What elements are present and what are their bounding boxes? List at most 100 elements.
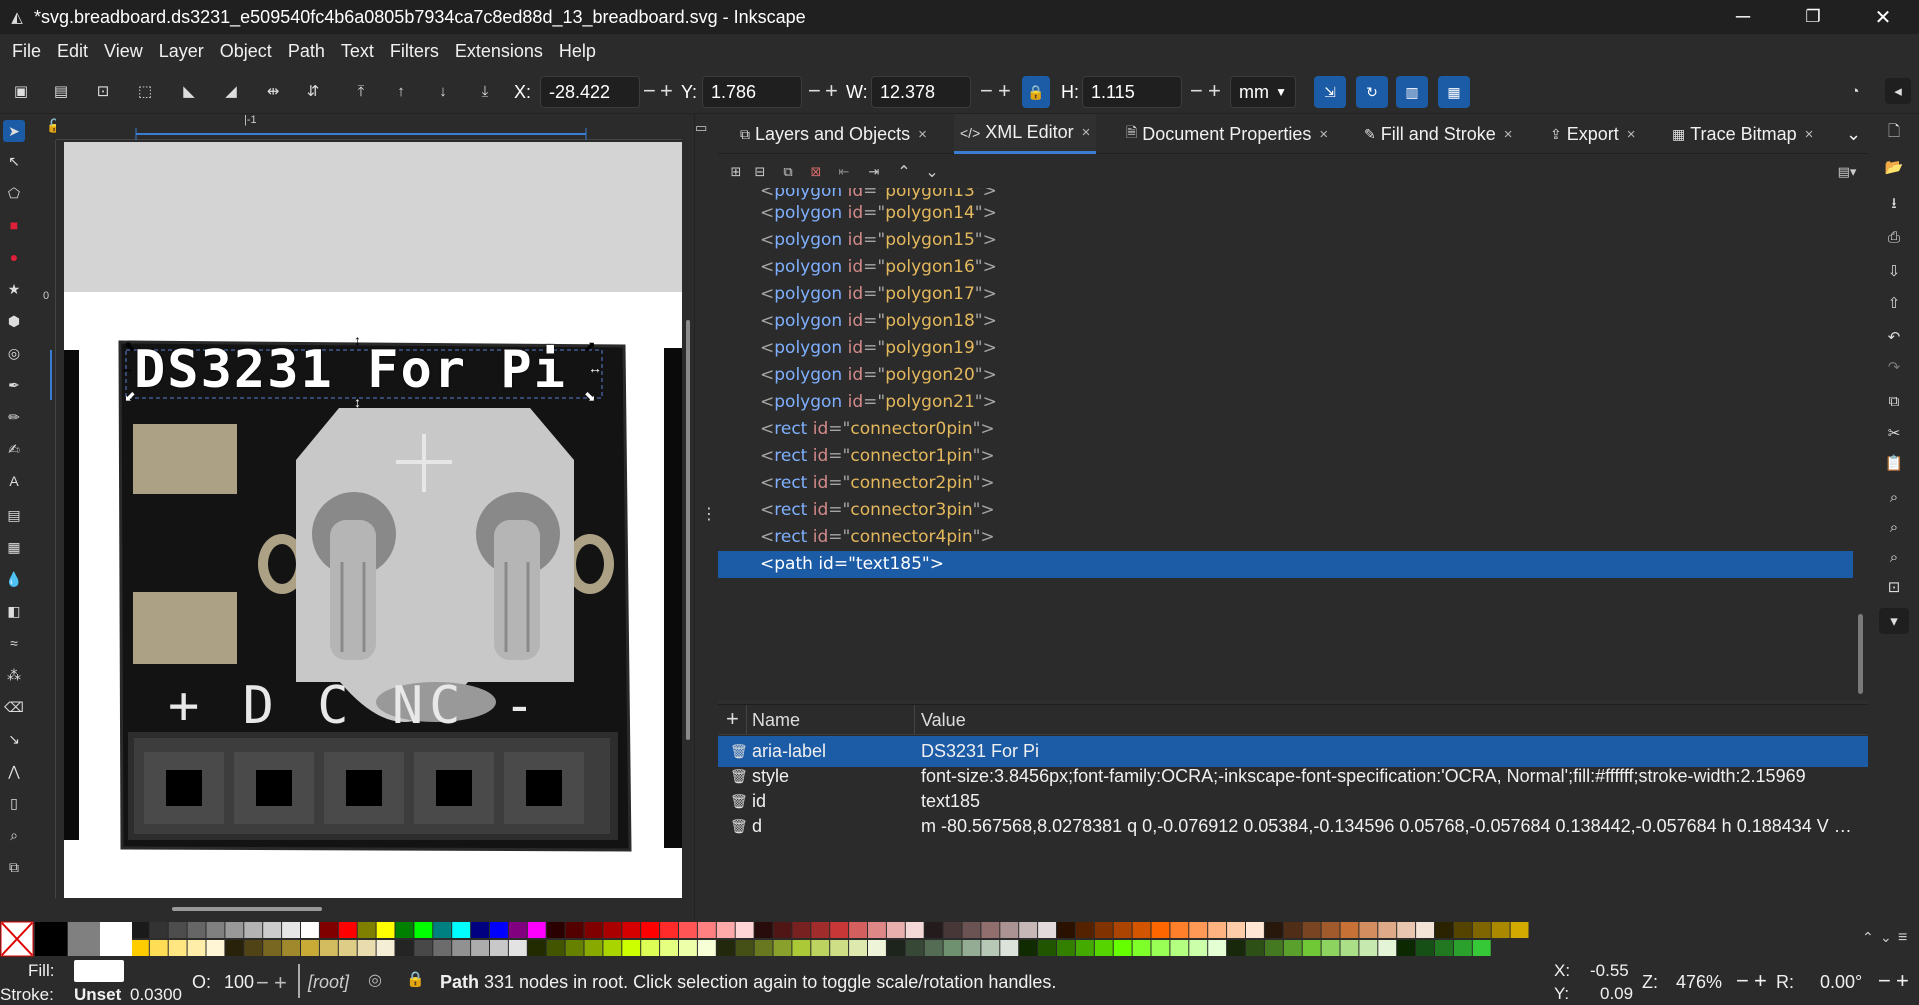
tabs-overflow-chevron-icon[interactable]: ⌄ [1840, 114, 1867, 154]
3d-box-tool-icon[interactable]: ⬢ [3, 310, 25, 332]
stroke-width-value[interactable]: 0.0300 [130, 985, 182, 1005]
text-tool-icon[interactable]: A [3, 470, 25, 492]
xml-node[interactable]: <polygon id="polygon20"> [718, 362, 1853, 389]
xml-tree-scrollbar[interactable] [1853, 188, 1868, 700]
rotation-value[interactable]: 0.00° [1820, 972, 1862, 993]
resize-handle-e[interactable]: ↔ [588, 360, 602, 376]
rotation-increment[interactable]: + [1896, 968, 1909, 994]
print-icon[interactable]: ⎙ [1881, 224, 1907, 250]
xml-node[interactable]: <rect id="connector0pin"> [718, 416, 1853, 443]
zoom-value[interactable]: 476% [1676, 972, 1722, 993]
height-input[interactable] [1082, 76, 1182, 108]
unit-select[interactable]: mm ▼ [1230, 76, 1296, 108]
raise-icon[interactable]: ↑ [388, 78, 414, 104]
rotate-cw-icon[interactable]: ◢ [218, 78, 244, 104]
resize-handle-ne[interactable]: ⬈ [584, 338, 596, 355]
pencil-tool-icon[interactable]: ✏ [3, 406, 25, 428]
ellipse-tool-icon[interactable]: ● [3, 246, 25, 268]
fill-swatch[interactable] [74, 960, 124, 982]
xml-scroll-thumb[interactable] [1858, 614, 1863, 694]
xml-node[interactable]: <rect id="connector4pin"> [718, 524, 1853, 551]
drag-handle-icon[interactable]: ⋮ [701, 504, 717, 524]
maximize-button[interactable]: ❐ [1778, 0, 1848, 34]
tab-fill-and-stroke[interactable]: ✎ Fill and Stroke × [1358, 114, 1519, 154]
xml-node[interactable]: <polygon id="polygon15"> [718, 227, 1853, 254]
xml-node[interactable]: <polygon id="polygon16"> [718, 254, 1853, 281]
attribute-value[interactable]: m -80.567568,8.0278381 q 0,-0.076912 0.0… [921, 811, 1861, 842]
raise-to-top-icon[interactable]: ⤒ [348, 78, 374, 104]
new-text-node-icon[interactable]: ⊟ [750, 162, 770, 182]
select-all-layers-icon[interactable]: ▤ [48, 78, 74, 104]
menu-extensions[interactable]: Extensions [447, 41, 551, 62]
lower-to-bottom-icon[interactable]: ⤓ [472, 78, 498, 104]
lpe-tool-icon[interactable]: ⋀ [3, 760, 25, 782]
tab-xml-editor[interactable]: </> XML Editor × [954, 114, 1097, 154]
xml-node[interactable]: <polygon id="polygon19"> [718, 335, 1853, 362]
xml-node-selected[interactable]: <path id="text185"> [718, 551, 1853, 578]
menu-layer[interactable]: Layer [151, 41, 212, 62]
xml-node[interactable]: <rect id="connector1pin"> [718, 443, 1853, 470]
resize-handle-se[interactable]: ⬊ [584, 388, 596, 405]
resize-handle-n[interactable]: ↕ [354, 332, 361, 348]
raise-node-icon[interactable]: ⌃ [894, 162, 914, 182]
resize-handle-sw[interactable]: ⬋ [124, 388, 136, 405]
color-palette[interactable]: ⌃ ⌄ ≡ [0, 921, 1919, 958]
move-patterns-icon[interactable]: ▦ [1438, 76, 1470, 108]
close-icon[interactable]: × [1805, 126, 1814, 143]
palette-menu-icon[interactable]: ≡ [1898, 929, 1907, 947]
y-input[interactable] [702, 76, 802, 108]
h-scroll-thumb[interactable] [172, 907, 322, 911]
shape-builder-tool-icon[interactable]: ⬠ [3, 182, 25, 204]
tab-trace-bitmap[interactable]: ▦ Trace Bitmap × [1666, 114, 1819, 154]
cut-icon[interactable]: ✂ [1881, 420, 1907, 446]
export-icon[interactable]: ⇧ [1881, 290, 1907, 316]
dock-resize-handle[interactable]: ⋮ ▭ [694, 114, 718, 921]
stroke-value[interactable]: Unset [74, 985, 121, 1005]
import-icon[interactable]: ⇩ [1881, 258, 1907, 284]
dropper-tool-icon[interactable]: 💧 [3, 568, 25, 590]
spiral-tool-icon[interactable]: ◎ [3, 342, 25, 364]
width-input[interactable] [871, 76, 971, 108]
paste-icon[interactable]: 📋 [1881, 450, 1907, 476]
close-icon[interactable]: × [1319, 126, 1328, 143]
menu-path[interactable]: Path [280, 41, 333, 62]
unindent-node-icon[interactable]: ⇤ [834, 162, 854, 182]
menu-help[interactable]: Help [551, 41, 604, 62]
undo-icon[interactable]: ↶ [1881, 324, 1907, 350]
zoom-page-icon[interactable]: ⌕ [1881, 544, 1907, 570]
lower-icon[interactable]: ↓ [430, 78, 456, 104]
menu-object[interactable]: Object [212, 41, 280, 62]
visibility-icon[interactable]: ◎ [368, 970, 382, 990]
mesh-tool-icon[interactable]: ▦ [3, 536, 25, 558]
resize-handle-w[interactable]: ↔ [120, 360, 134, 376]
drawing-canvas[interactable]: ↕ + D C NC - DS3231 For Pi ⬉ ↕ ⬈ ↔ ↔ ⬋ ↕… [64, 142, 682, 898]
paint-bucket-tool-icon[interactable]: ◧ [3, 600, 25, 622]
resize-handle-nw[interactable]: ⬉ [124, 338, 136, 355]
menu-view[interactable]: View [96, 41, 151, 62]
attribute-row[interactable]: 🗑 d m -80.567568,8.0278381 q 0,-0.076912… [718, 811, 1868, 842]
snap-toggle-icon[interactable]: ◔ [1842, 78, 1868, 104]
palette-scroll-up-icon[interactable]: ⌃ [1862, 929, 1874, 946]
open-file-icon[interactable]: 📂 [1881, 154, 1907, 180]
select-same-icon[interactable]: ⬚ [132, 78, 158, 104]
delete-node-icon[interactable]: ⊠ [806, 162, 826, 182]
xml-node[interactable]: <polygon id="polygon21"> [718, 389, 1853, 416]
opacity-increment[interactable]: + [274, 970, 287, 996]
zoom-drawing-icon[interactable]: ⌕ [1881, 514, 1907, 540]
close-icon[interactable]: × [1627, 126, 1636, 143]
move-gradients-icon[interactable]: ▥ [1396, 76, 1428, 108]
zoom-center-icon[interactable]: ⊡ [1881, 574, 1907, 600]
h-decrement-button[interactable]: − [1190, 78, 1203, 104]
trash-icon[interactable]: 🗑 [730, 811, 748, 842]
pen-tool-icon[interactable]: ✒ [3, 374, 25, 396]
palette-swatches[interactable] [0, 921, 1919, 958]
lock-icon[interactable]: 🔒 [406, 970, 425, 988]
close-window-button[interactable]: ✕ [1848, 0, 1918, 34]
copy-icon[interactable]: ⧉ [1881, 388, 1907, 414]
lower-node-icon[interactable]: ⌄ [922, 162, 942, 182]
w-decrement-button[interactable]: − [980, 78, 993, 104]
gradient-tool-icon[interactable]: ▤ [3, 504, 25, 526]
flip-horizontal-icon[interactable]: ⇹ [260, 78, 286, 104]
zoom-tool-icon[interactable]: ⌕ [3, 824, 25, 846]
tab-layers-and-objects[interactable]: ⧉ Layers and Objects × [734, 114, 933, 154]
